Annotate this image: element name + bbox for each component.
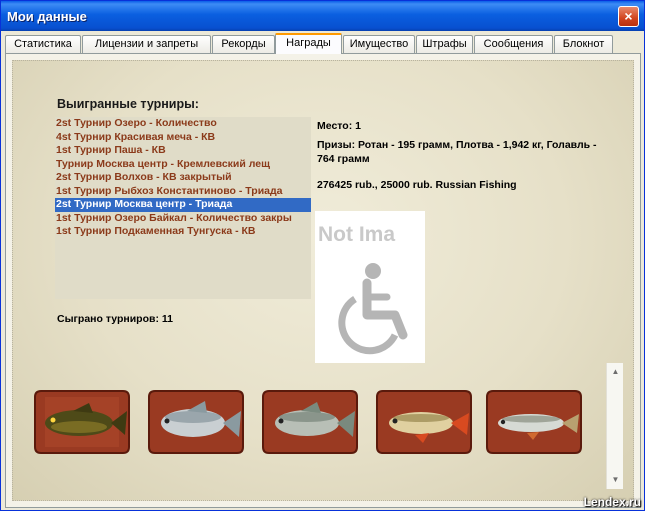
scroll-down-icon[interactable]: ▼	[608, 473, 623, 487]
close-icon: ×	[624, 8, 633, 24]
chub-fish-icon	[486, 390, 582, 454]
awards-panel: Выигранные турниры: 2st Турнир Озеро - К…	[5, 53, 641, 508]
accessibility-icon	[338, 263, 408, 355]
scroll-up-icon[interactable]: ▲	[608, 365, 623, 379]
tournament-list-item[interactable]: Турнир Москва центр - Кремлевский лещ	[55, 158, 311, 172]
tournament-list-item-selected[interactable]: 2st Турнир Москва центр - Триада	[55, 198, 311, 212]
tournament-list-item[interactable]: 1st Турнир Рыбхоз Константиново - Триада	[55, 185, 311, 199]
watermark: Lendex.ru	[583, 495, 641, 509]
tab-fines[interactable]: Штрафы	[416, 35, 473, 53]
tournament-list-item[interactable]: 2st Турнир Волхов - КВ закрытый	[55, 171, 311, 185]
prizes-text: Призы: Ротан - 195 грамм, Плотва - 1,942…	[317, 139, 597, 165]
tab-label: Штрафы	[422, 38, 467, 50]
reward-text: 276425 rub., 25000 rub. Russian Fishing	[317, 179, 517, 191]
silver-bream-fish-icon	[262, 390, 358, 454]
tab-statistics[interactable]: Статистика	[5, 35, 81, 53]
tournament-list-item[interactable]: 1st Турнир Паша - КВ	[55, 144, 311, 158]
tournament-list-item[interactable]: 1st Турнир Озеро Байкал - Количество зак…	[55, 212, 311, 226]
window-title: Мои данные	[7, 9, 87, 24]
tournament-list-item[interactable]: 4st Турнир Красивая меча - КВ	[55, 131, 311, 145]
tournament-list-item[interactable]: 1st Турнир Подкаменная Тунгуска - КВ	[55, 225, 311, 239]
tab-notebook[interactable]: Блокнот	[554, 35, 613, 53]
close-button[interactable]: ×	[618, 6, 639, 27]
parchment-background: Выигранные турниры: 2st Турнир Озеро - К…	[12, 60, 634, 501]
tournaments-played-count: Сыграно турниров: 11	[57, 313, 173, 325]
tab-records[interactable]: Рекорды	[212, 35, 275, 53]
rudd-fish-icon	[376, 390, 472, 454]
tab-strip: Статистика Лицензии и запреты Рекорды На…	[5, 33, 641, 54]
tournament-list-item[interactable]: 2st Турнир Озеро - Количество	[55, 117, 311, 131]
bream-fish-icon	[148, 390, 244, 454]
tab-messages[interactable]: Сообщения	[474, 35, 553, 53]
tench-fish-icon	[34, 390, 130, 454]
app-window: Мои данные × Статистика Лицензии и запре…	[0, 0, 645, 511]
tab-label: Сообщения	[483, 38, 544, 50]
tab-label: Награды	[286, 37, 331, 49]
tab-label: Рекорды	[221, 38, 266, 50]
tab-licenses[interactable]: Лицензии и запреты	[82, 35, 211, 53]
scrollbar[interactable]: ▲ ▼	[606, 363, 623, 489]
image-placeholder: Not Ima	[315, 211, 425, 363]
tab-property[interactable]: Имущество	[343, 35, 415, 53]
tab-awards[interactable]: Награды	[275, 33, 342, 54]
place-text: Место: 1	[317, 120, 361, 132]
tab-label: Имущество	[349, 38, 409, 50]
title-bar[interactable]: Мои данные ×	[1, 1, 644, 31]
tab-label: Статистика	[14, 38, 72, 50]
tournament-list[interactable]: 2st Турнир Озеро - Количество 4st Турнир…	[55, 117, 311, 299]
tab-label: Блокнот	[562, 38, 605, 50]
tab-label: Лицензии и запреты	[94, 38, 199, 50]
tournament-details: Место: 1 Призы: Ротан - 195 грамм, Плотв…	[317, 119, 597, 192]
tournaments-heading: Выигранные турниры:	[57, 97, 199, 111]
